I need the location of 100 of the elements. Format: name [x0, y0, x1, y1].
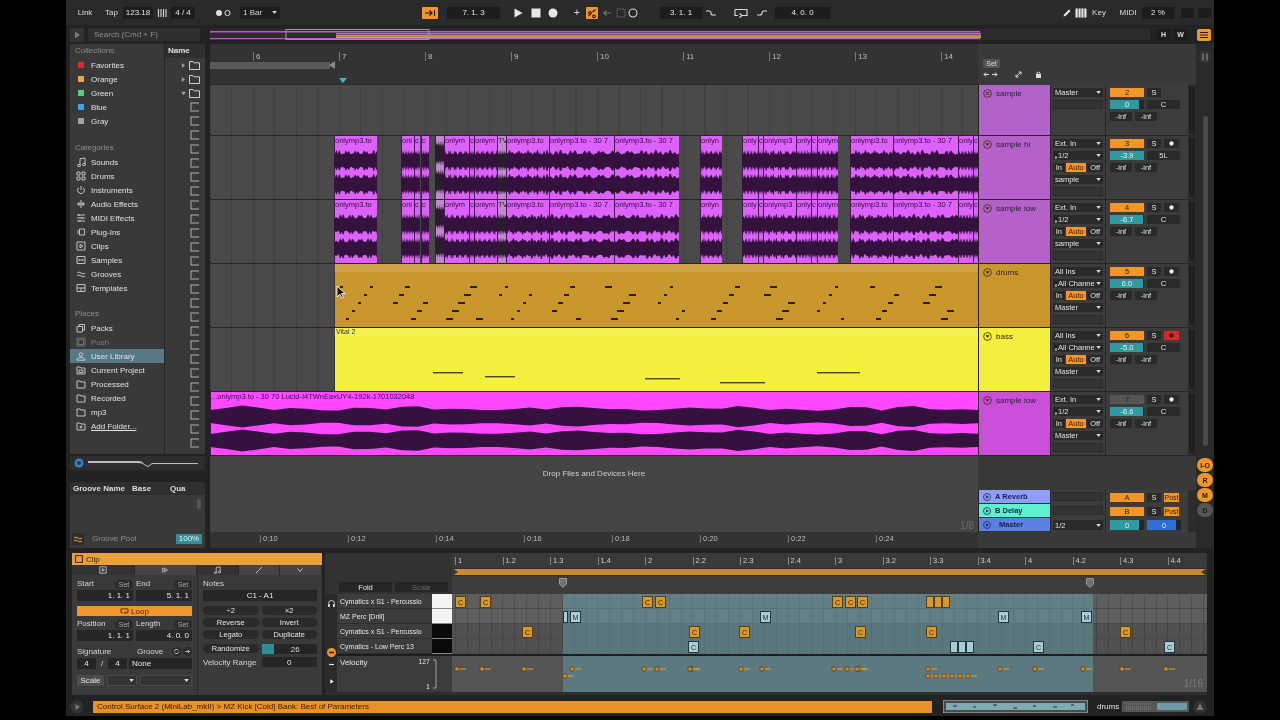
add-button[interactable]: + [572, 6, 582, 19]
loop-start-field[interactable]: 3. 1. 1 [660, 6, 702, 19]
follow-icon[interactable] [422, 6, 438, 19]
piano-key[interactable] [432, 609, 452, 624]
beat-ruler[interactable]: 6 7 8 9 10 11 12 13 14 [210, 44, 978, 85]
place-item[interactable]: Recorded [70, 391, 164, 405]
play-circle-icon[interactable] [70, 699, 84, 714]
midi-clip[interactable] [334, 264, 978, 327]
loop-start-marker-icon[interactable] [559, 578, 567, 588]
fold-triangle-icon[interactable] [983, 204, 992, 213]
record-icon[interactable] [548, 7, 558, 18]
category-item[interactable]: Clips [70, 239, 164, 253]
arrangement-overview-drawing[interactable] [210, 29, 1150, 40]
piano-roll-note[interactable] [966, 641, 974, 653]
fold-triangle-icon[interactable] [983, 396, 992, 405]
loop-button[interactable]: Loop [77, 606, 192, 616]
collection-item[interactable]: Favorites [70, 58, 164, 72]
scale-root-dropdown[interactable] [107, 674, 137, 686]
punch-in-icon[interactable] [705, 7, 717, 18]
clip-overview-drawing[interactable] [943, 700, 1088, 713]
play-circle-icon[interactable] [983, 492, 991, 501]
place-item[interactable]: mp3 [70, 405, 164, 419]
randomize-slider[interactable]: 26 [261, 644, 317, 654]
fold-triangle-icon[interactable] [983, 268, 992, 277]
track-header[interactable]: sample [978, 85, 1050, 135]
key-map-button[interactable]: Key [1090, 6, 1108, 19]
piano-roll-note[interactable] [942, 596, 950, 608]
arm-button[interactable] [1164, 395, 1179, 404]
wavy-lines-icon[interactable] [72, 533, 84, 545]
browser-toggle-icon[interactable] [70, 27, 84, 42]
expand-arrows-icon[interactable] [1015, 71, 1022, 78]
collection-item[interactable]: Green [70, 86, 164, 100]
ring-icon[interactable] [74, 458, 84, 469]
loop-end-marker-icon[interactable] [1086, 578, 1094, 588]
search-field[interactable]: Search (Cmd + F) [88, 28, 200, 41]
square-icon[interactable] [75, 555, 83, 563]
groove-dropdown[interactable]: None [129, 658, 192, 669]
length-field[interactable]: 4. 0. 0 [136, 630, 192, 641]
column-header[interactable]: Base [132, 484, 170, 494]
group-fold-icon[interactable] [983, 89, 992, 98]
stop-icon[interactable] [531, 7, 541, 18]
arm-button[interactable] [1164, 139, 1179, 148]
nudge-bars-icon[interactable] [157, 7, 167, 18]
panel-tab[interactable] [197, 565, 239, 575]
category-item[interactable]: MIDI Effects [70, 211, 164, 225]
audio-clip[interactable] [435, 200, 444, 263]
column-header[interactable]: Name [165, 44, 205, 58]
groove-amount-field[interactable]: 100% [176, 534, 202, 544]
track-header[interactable]: bass [978, 328, 1050, 391]
time-signature-field[interactable]: 4 / 4 [171, 6, 195, 19]
loop-switch-icon[interactable] [734, 7, 748, 18]
collection-item[interactable]: Blue [70, 100, 164, 114]
category-item[interactable]: Samples [70, 253, 164, 267]
play-circle-icon[interactable] [983, 520, 991, 529]
expand-triangle-icon[interactable] [181, 62, 186, 68]
denominator-field[interactable]: 4 [108, 658, 127, 669]
arrow-right-icon[interactable] [183, 646, 192, 656]
start-field[interactable]: 1. 1. 1 [77, 590, 133, 601]
menu-icon[interactable] [1197, 28, 1211, 41]
place-item[interactable]: User Library [70, 349, 164, 363]
song-position-field[interactable]: 7. 1. 3 [447, 6, 500, 19]
category-item[interactable]: Grooves [70, 267, 164, 281]
double-bar-icon[interactable] [1198, 50, 1212, 64]
tap-button[interactable]: Tap [102, 6, 121, 19]
track-header[interactable]: sample low [978, 392, 1050, 455]
headphones-icon[interactable] [326, 599, 336, 608]
left-arrow-icon[interactable] [983, 71, 990, 78]
circle-icon[interactable] [628, 7, 638, 18]
piano-key[interactable] [432, 639, 452, 654]
panel-tab[interactable] [280, 565, 322, 575]
category-item[interactable]: Sounds [70, 155, 164, 169]
column-header[interactable]: Qua [170, 484, 200, 494]
midi-map-button[interactable]: MIDI [1118, 6, 1138, 19]
play-icon[interactable] [513, 7, 523, 18]
punch-out-icon[interactable] [756, 7, 768, 18]
place-item[interactable]: Packs [70, 321, 164, 335]
arm-button[interactable] [1164, 267, 1179, 276]
category-item[interactable]: Drums [70, 169, 164, 183]
expand-triangle-icon[interactable] [181, 76, 186, 82]
quantization-dropdown[interactable]: 1 Bar [240, 6, 280, 19]
piano-key[interactable] [432, 624, 452, 639]
link-button[interactable]: Link [74, 6, 96, 19]
place-item[interactable]: Processed [70, 377, 164, 391]
right-arrow-icon[interactable] [991, 71, 998, 78]
metronome-dots-icon[interactable] [215, 8, 233, 17]
scroll-bar[interactable] [1202, 116, 1208, 446]
piano-roll-note[interactable] [950, 641, 958, 653]
expand-triangle-icon[interactable] [181, 90, 186, 96]
fold-triangle-icon[interactable] [983, 332, 992, 341]
scale-button[interactable]: Scale [77, 674, 104, 686]
piano-key[interactable] [432, 594, 452, 609]
numerator-field[interactable]: 4 [77, 658, 96, 669]
pencil-icon[interactable] [1062, 7, 1072, 18]
fold-triangle-icon[interactable] [983, 140, 992, 149]
position-field[interactable]: 1. 1. 1 [77, 630, 133, 641]
category-item[interactable]: Templates [70, 281, 164, 295]
velocity-range-field[interactable]: 0 [261, 657, 317, 667]
end-field[interactable]: 5. 1. 1 [136, 590, 192, 601]
keyboard-icon[interactable] [1075, 7, 1087, 18]
minus-circle-icon[interactable] [326, 648, 336, 657]
